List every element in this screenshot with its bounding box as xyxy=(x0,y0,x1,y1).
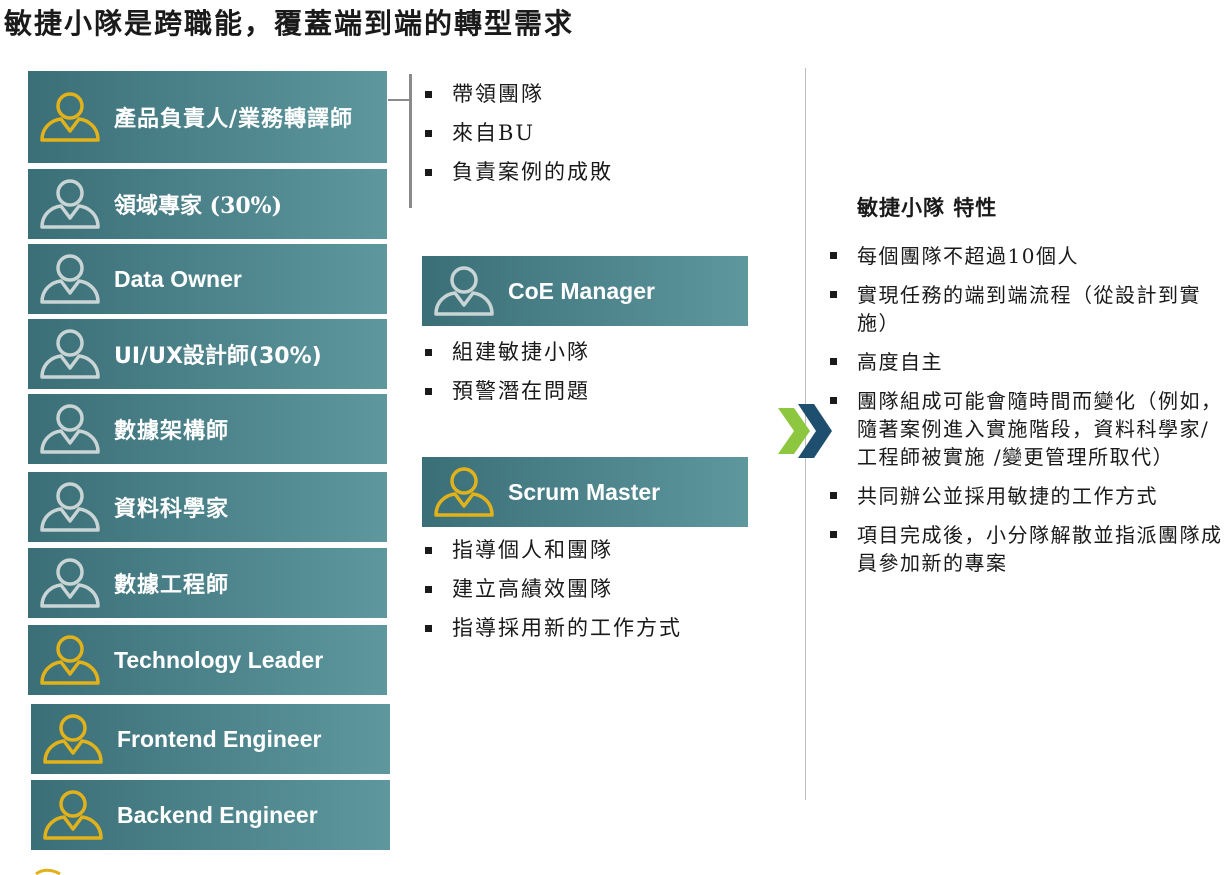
role-label: Scrum Master xyxy=(508,478,661,505)
person-gray-icon xyxy=(34,479,106,535)
bracket-line xyxy=(409,74,412,208)
person-gold-icon xyxy=(37,711,109,767)
list-item: 建立高績效團隊 xyxy=(422,570,682,609)
double-chevron-icon xyxy=(778,404,832,458)
list-item: 組建敏捷小隊 xyxy=(422,333,590,372)
role-box-data-owner: Data Owner xyxy=(28,244,387,314)
list-item: 指導個人和團隊 xyxy=(422,531,682,570)
role-box-coe-manager: CoE Manager xyxy=(422,256,748,326)
role-label: Data Owner xyxy=(114,265,242,292)
person-gold-icon xyxy=(34,89,106,145)
list-item: 實現任務的端到端流程（從設計到實施） xyxy=(827,281,1227,337)
role-box-product-owner: 產品負責人/業務轉譯師 xyxy=(28,71,387,163)
role-box-domain-expert: 領域專家 (30%) xyxy=(28,169,387,239)
role-box-technology-leader: Technology Leader xyxy=(28,625,387,695)
role-box-data-engineer: 數據工程師 xyxy=(28,548,387,618)
list-item: 預警潛在問題 xyxy=(422,372,590,411)
role-label: 數據工程師 xyxy=(114,572,230,598)
list-item: 共同辦公並採用敏捷的工作方式 xyxy=(827,482,1227,510)
role-box-scrum-master: Scrum Master xyxy=(422,457,748,527)
list-item: 帶領團隊 xyxy=(422,75,613,114)
role-box-data-architect: 數據架構師 xyxy=(28,394,387,464)
role-label: 領域專家 (30%) xyxy=(114,193,282,219)
list-item: 每個團隊不超過10個人 xyxy=(827,242,1227,270)
person-gold-icon xyxy=(428,464,500,520)
person-gray-icon xyxy=(34,401,106,457)
traits-heading: 敏捷小隊 特性 xyxy=(857,195,998,220)
role-label: UI/UX設計師(30%) xyxy=(114,344,322,369)
role-label: Technology Leader xyxy=(114,646,324,673)
person-gray-icon xyxy=(34,251,106,307)
role-box-ui-ux-designer: UI/UX設計師(30%) xyxy=(28,319,387,389)
role-box-data-scientist: 資料科學家 xyxy=(28,472,387,542)
coe-manager-bullets: 組建敏捷小隊 預警潛在問題 xyxy=(422,333,590,411)
scrum-master-bullets: 指導個人和團隊 建立高績效團隊 指導採用新的工作方式 xyxy=(422,531,682,648)
cropped-person-gold-icon xyxy=(35,868,61,875)
page-title: 敏捷小隊是跨職能，覆蓋端到端的轉型需求 xyxy=(4,7,575,40)
person-gold-icon xyxy=(34,632,106,688)
role-label: CoE Manager xyxy=(508,277,655,304)
person-gray-icon xyxy=(34,326,106,382)
list-item: 指導採用新的工作方式 xyxy=(422,609,682,648)
role-label: 產品負責人/業務轉譯師 xyxy=(114,106,354,132)
list-item: 來自BU xyxy=(422,114,613,153)
list-item: 團隊組成可能會隨時間而變化（例如，隨著案例進入實施階段，資料科學家/工程師被實施… xyxy=(827,387,1227,471)
role-label: Backend Engineer xyxy=(117,801,318,828)
list-item: 高度自主 xyxy=(827,348,1227,376)
traits-list: 每個團隊不超過10個人 實現任務的端到端流程（從設計到實施） 高度自主 團隊組成… xyxy=(827,242,1227,588)
role-box-frontend-engineer: Frontend Engineer xyxy=(31,704,390,774)
list-item: 項目完成後，小分隊解散並指派團隊成員參加新的專案 xyxy=(827,521,1227,577)
role-label: 資料科學家 xyxy=(114,496,230,522)
product-owner-bullets: 帶領團隊 來自BU 負責案例的成敗 xyxy=(422,75,613,192)
person-gray-icon xyxy=(428,263,500,319)
person-gray-icon xyxy=(34,555,106,611)
list-item: 負責案例的成敗 xyxy=(422,153,613,192)
role-box-backend-engineer: Backend Engineer xyxy=(31,780,390,850)
person-gray-icon xyxy=(34,176,106,232)
bracket-connector xyxy=(388,99,411,101)
role-label: 數據架構師 xyxy=(114,418,230,444)
person-gold-icon xyxy=(37,787,109,843)
role-label: Frontend Engineer xyxy=(117,725,322,752)
